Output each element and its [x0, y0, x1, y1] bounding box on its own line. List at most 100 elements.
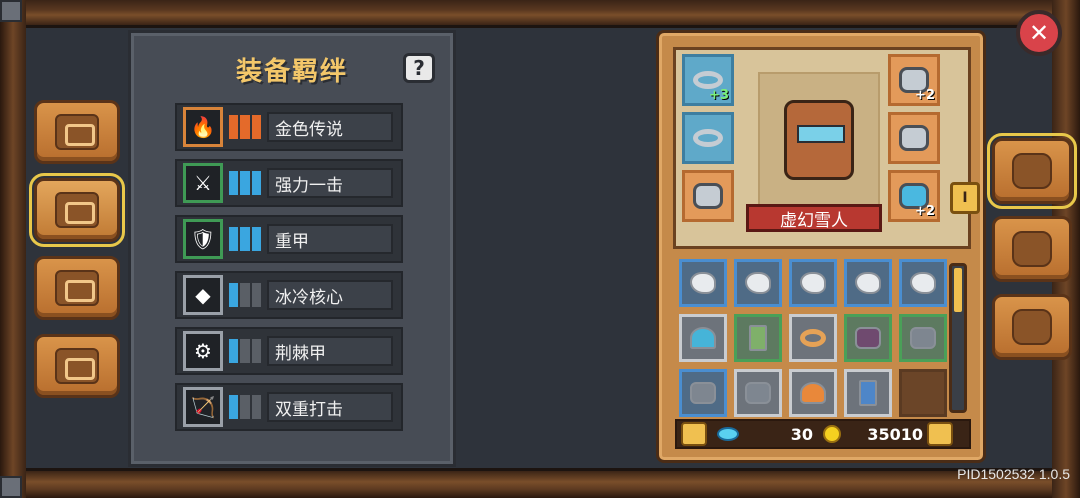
- bond-row[interactable]: ◆ 冰冷核心: [175, 271, 403, 319]
- equipment-area: +3 虚幻雪人 +2 +2: [673, 47, 971, 249]
- boots-slot[interactable]: [682, 170, 734, 222]
- necklace-slot[interactable]: +3: [682, 54, 734, 106]
- inventory-slot[interactable]: [734, 314, 782, 362]
- inventory-slot[interactable]: [899, 314, 947, 362]
- bond-label: 双重打击: [267, 392, 393, 422]
- armor-icon: 🛡: [183, 219, 223, 259]
- character-name: 虚幻雪人: [746, 204, 882, 232]
- gems-count: 30: [790, 424, 813, 444]
- thorn-gear-icon: ⚙: [183, 331, 223, 371]
- snowman-avatar: [784, 100, 854, 180]
- inventory-slot[interactable]: [899, 259, 947, 307]
- upgrade-level: +3: [709, 88, 729, 103]
- feather-icon: [910, 272, 936, 294]
- frame-top: [0, 0, 1080, 28]
- bond-row[interactable]: 🏹 双重打击: [175, 383, 403, 431]
- sword-icon: ⚔: [183, 163, 223, 203]
- armor-slot[interactable]: [888, 112, 940, 164]
- boots-icon: [690, 382, 716, 404]
- inventory-slot[interactable]: [789, 314, 837, 362]
- paw-icon: [55, 270, 99, 306]
- bond-level-bars: [229, 171, 261, 195]
- weapons-category-tab[interactable]: [992, 216, 1072, 282]
- necklace-icon: [693, 71, 723, 89]
- boots-icon: [910, 327, 936, 349]
- bond-level-bars: [229, 339, 261, 363]
- book-tab[interactable]: [34, 100, 120, 164]
- feather-icon: [800, 272, 826, 294]
- inventory-scrollbar[interactable]: [949, 263, 967, 413]
- inventory-slot[interactable]: [679, 369, 727, 417]
- helmet-tab[interactable]: [34, 334, 120, 398]
- coin-icon: [823, 425, 841, 443]
- inventory-slot[interactable]: [679, 314, 727, 362]
- flame-icon: 🔥: [183, 107, 223, 147]
- gem-icon: [717, 427, 739, 441]
- bond-level-bars: [229, 395, 261, 419]
- feather-icon: [855, 272, 881, 294]
- card-icon: [859, 380, 877, 406]
- helmet-icon: [55, 348, 99, 384]
- boots-icon: [693, 183, 723, 209]
- lock-button[interactable]: [681, 422, 707, 446]
- ice-core-icon: ◆: [183, 275, 223, 315]
- gold-count: 35010: [867, 424, 923, 444]
- pets-tab[interactable]: [34, 256, 120, 320]
- gear-icon: [1012, 309, 1052, 345]
- helmet-category-tab[interactable]: [987, 133, 1077, 209]
- inventory-slot[interactable]: [844, 369, 892, 417]
- inventory-slot[interactable]: [844, 314, 892, 362]
- armor-icon: [899, 125, 929, 151]
- settings-category-tab[interactable]: [992, 294, 1072, 360]
- scroll-icon: [55, 192, 99, 228]
- inventory-slot[interactable]: [679, 259, 727, 307]
- inventory-grid: [679, 259, 947, 417]
- upgrade-level: +2: [915, 88, 935, 103]
- book-icon: [55, 114, 99, 150]
- feather-icon: [745, 272, 771, 294]
- card-icon: [749, 325, 767, 351]
- feather-icon: [690, 272, 716, 294]
- boots-icon: [855, 327, 881, 349]
- bond-level-bars: [229, 115, 261, 139]
- character-panel: +3 虚幻雪人 +2 +2 30 35010: [656, 30, 986, 463]
- bond-row[interactable]: 🛡 重甲: [175, 215, 403, 263]
- inventory-slot[interactable]: [734, 369, 782, 417]
- boots-icon: [745, 382, 771, 404]
- close-button[interactable]: ✕: [1016, 10, 1062, 56]
- frame-corner: [0, 476, 22, 498]
- ring-slot[interactable]: [682, 112, 734, 164]
- bond-label: 荆棘甲: [267, 336, 393, 366]
- scroll-thumb[interactable]: [954, 268, 962, 312]
- upgrade-level: +2: [915, 204, 935, 219]
- inventory-slot[interactable]: [734, 259, 782, 307]
- frame-bottom: [0, 468, 1080, 498]
- frame-corner: [0, 0, 22, 22]
- bond-level-bars: [229, 227, 261, 251]
- bonds-tab[interactable]: [29, 173, 125, 247]
- bond-label: 金色传说: [267, 112, 393, 142]
- bow-icon: 🏹: [183, 387, 223, 427]
- inventory-slot-empty[interactable]: [899, 369, 947, 417]
- bond-label: 冰冷核心: [267, 280, 393, 310]
- currency-bar: 30 35010: [675, 419, 971, 449]
- bond-row[interactable]: 🔥 金色传说: [175, 103, 403, 151]
- mushroom-icon: [800, 382, 826, 404]
- helmet-slot[interactable]: +2: [888, 54, 940, 106]
- bond-row[interactable]: ⚙ 荆棘甲: [175, 327, 403, 375]
- weapon-slot[interactable]: +2: [888, 170, 940, 222]
- help-button[interactable]: ?: [403, 53, 435, 83]
- ring-icon: [693, 129, 723, 147]
- inventory-slot[interactable]: [844, 259, 892, 307]
- helmet-icon: [1012, 153, 1052, 189]
- bond-label: 强力一击: [267, 168, 393, 198]
- equipment-toggle-tab[interactable]: I: [950, 182, 980, 214]
- frame-left: [0, 0, 26, 498]
- equipment-bonds-panel: 装备羁绊 ? 🔥 金色传说 ⚔ 强力一击 🛡 重甲 ◆ 冰冷核心 ⚙ 荆棘甲 🏹…: [128, 30, 456, 467]
- inventory-slot[interactable]: [789, 259, 837, 307]
- bond-level-bars: [229, 283, 261, 307]
- sort-button[interactable]: [927, 422, 953, 446]
- inventory-slot[interactable]: [789, 369, 837, 417]
- bond-label: 重甲: [267, 224, 393, 254]
- bond-row[interactable]: ⚔ 强力一击: [175, 159, 403, 207]
